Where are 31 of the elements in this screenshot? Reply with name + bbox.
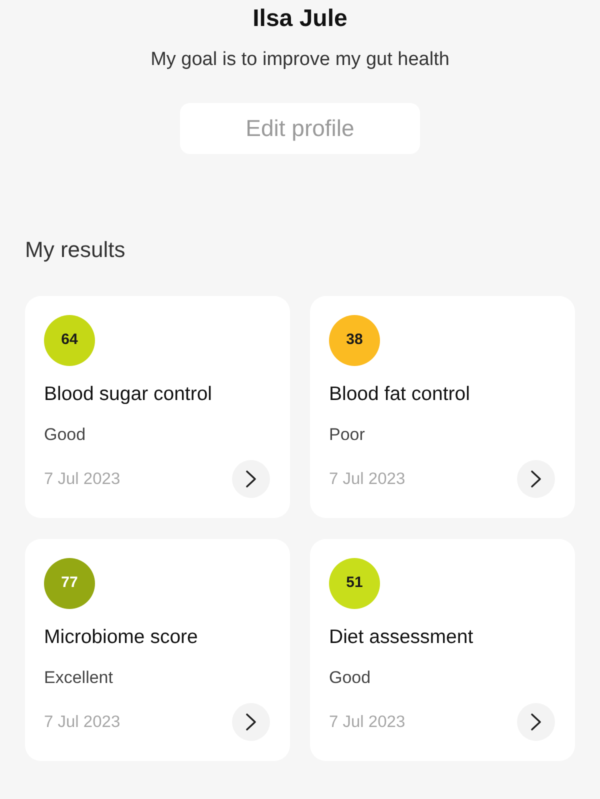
- chevron-right-icon: [530, 470, 542, 488]
- result-card[interactable]: 64 Blood sugar control Good 7 Jul 2023: [25, 296, 290, 518]
- score-badge: 64: [44, 315, 95, 366]
- chevron-right-icon: [245, 470, 257, 488]
- result-card[interactable]: 38 Blood fat control Poor 7 Jul 2023: [310, 296, 575, 518]
- result-title: Microbiome score: [44, 625, 199, 649]
- chevron-right-icon: [530, 713, 542, 731]
- result-rating: Good: [329, 667, 372, 689]
- result-rating: Good: [44, 424, 87, 446]
- result-title: Diet assessment: [329, 625, 474, 649]
- result-rating: Poor: [329, 424, 366, 446]
- result-rating: Excellent: [44, 667, 114, 689]
- score-badge: 38: [329, 315, 380, 366]
- open-result-button[interactable]: [517, 460, 555, 498]
- result-date: 7 Jul 2023: [329, 712, 406, 733]
- result-date: 7 Jul 2023: [44, 468, 120, 490]
- result-card[interactable]: 77 Microbiome score Excellent 7 Jul 2023: [25, 539, 290, 761]
- profile-goal: My goal is to improve my gut health: [150, 48, 450, 72]
- profile-name: Ilsa Jule: [252, 4, 348, 33]
- open-result-button[interactable]: [232, 460, 270, 498]
- open-result-button[interactable]: [517, 703, 555, 741]
- result-title: Blood fat control: [329, 382, 471, 406]
- result-date: 7 Jul 2023: [329, 468, 406, 490]
- open-result-button[interactable]: [232, 703, 270, 741]
- score-badge: 77: [44, 558, 95, 609]
- section-title: My results: [25, 237, 126, 263]
- result-date: 7 Jul 2023: [44, 712, 120, 733]
- score-badge: 51: [329, 558, 380, 609]
- result-title: Blood sugar control: [44, 382, 214, 406]
- result-card[interactable]: 51 Diet assessment Good 7 Jul 2023: [310, 539, 575, 761]
- chevron-right-icon: [245, 713, 257, 731]
